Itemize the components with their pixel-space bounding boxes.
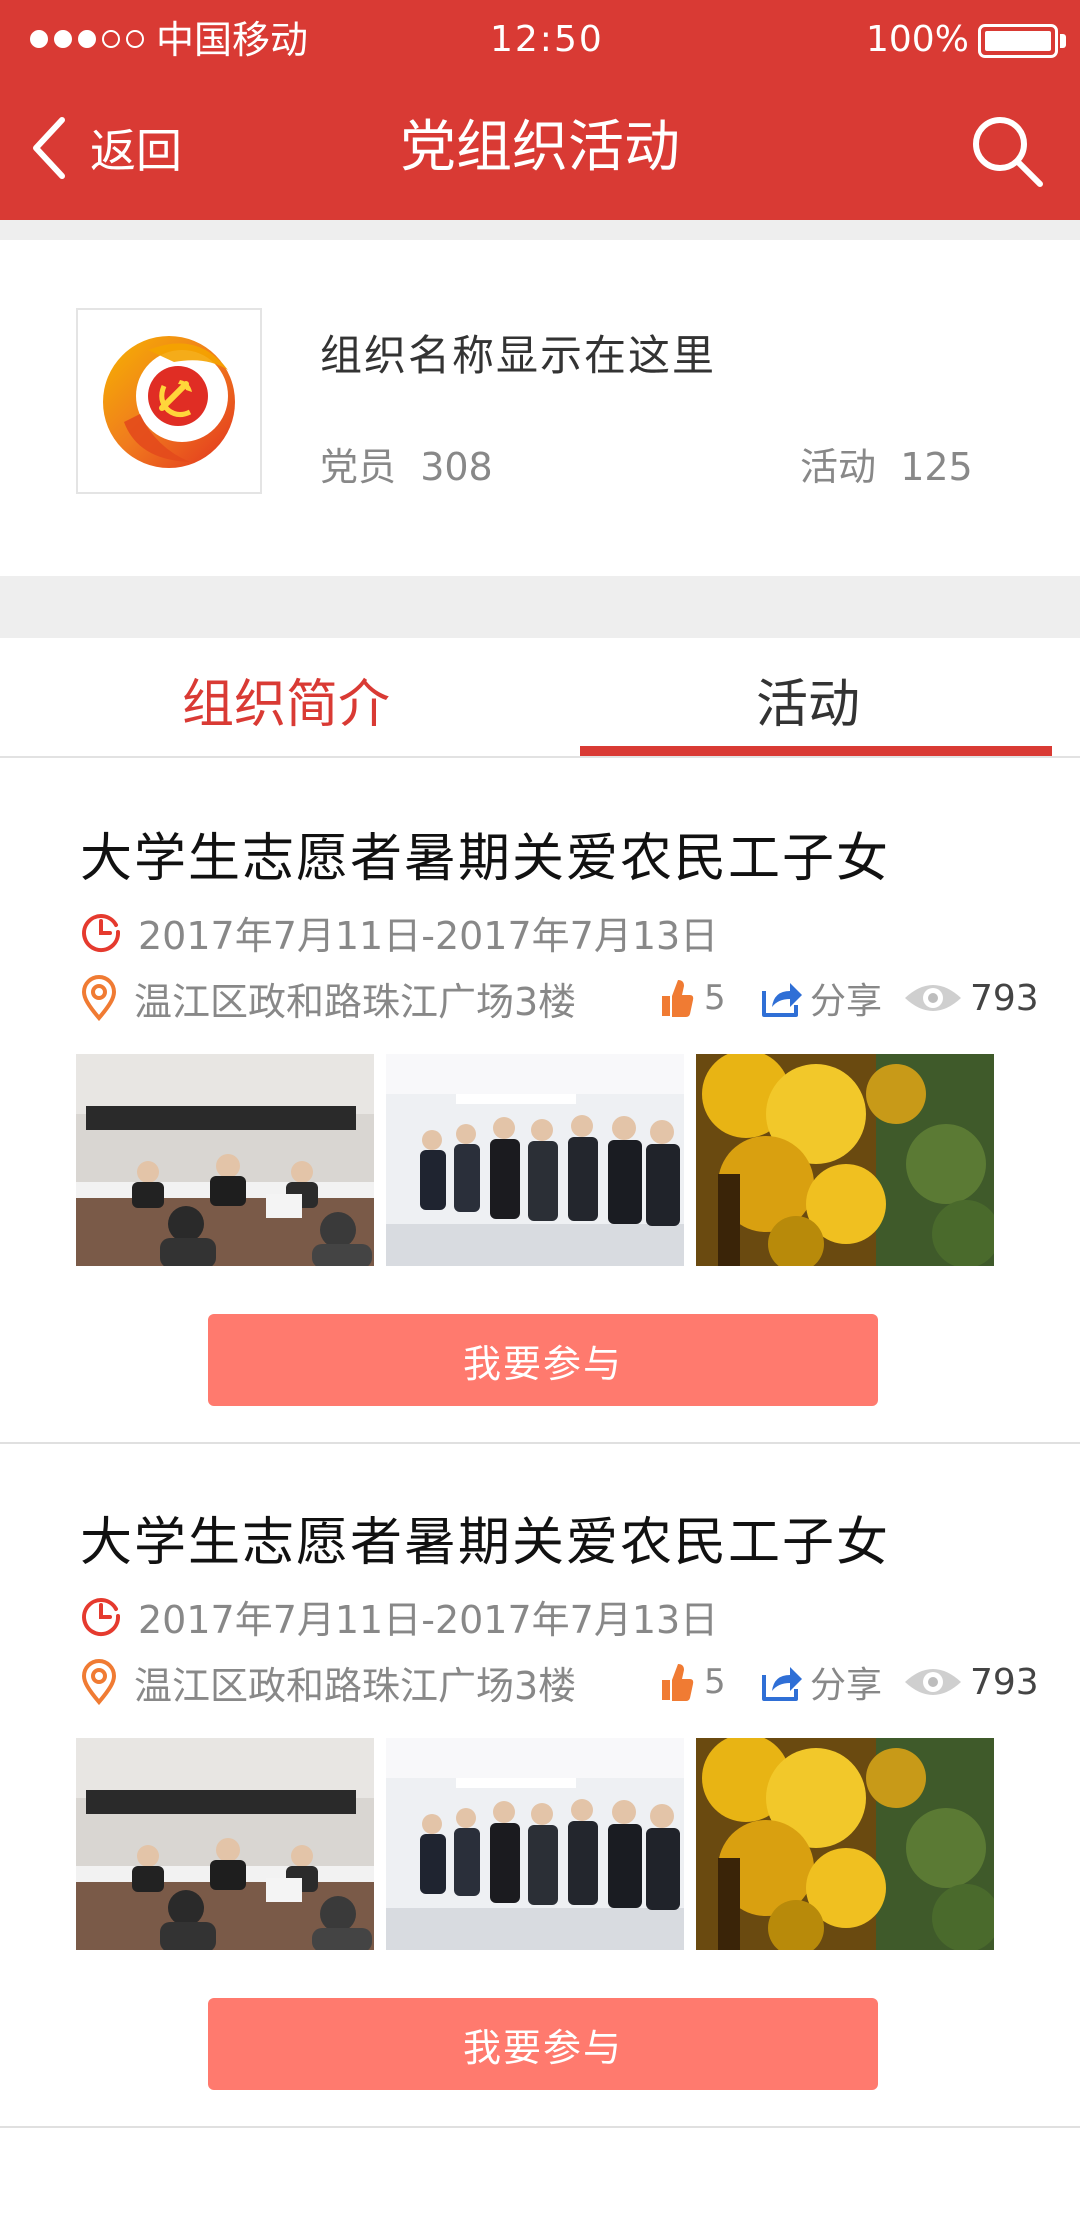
- activity-location: 温江区政和路珠江广场3楼: [80, 1654, 576, 1710]
- join-button[interactable]: 我要参与: [208, 1998, 878, 2090]
- clock-icon: [82, 914, 121, 953]
- meeting-photo: [76, 1054, 374, 1266]
- autumn-leaves-photo: [696, 1054, 994, 1266]
- share-icon: [762, 1667, 802, 1701]
- activity-title: 大学生志愿者暑期关爱农民工子女: [80, 829, 891, 889]
- section-divider: [0, 576, 1080, 638]
- search-button[interactable]: [966, 112, 1050, 192]
- visit-photo: [386, 1054, 684, 1266]
- app-header: 中国移动 12:50 100% 返回 党组织活动: [0, 0, 1080, 220]
- signal-strength-icon: [30, 30, 144, 48]
- clock-icon: [82, 1598, 121, 1637]
- section-divider: [0, 220, 1080, 240]
- activity-count: 活动 125: [800, 436, 973, 491]
- date-range-text: 2017年7月11日-2017年7月13日: [138, 913, 719, 958]
- activity-photo-visit[interactable]: [386, 1054, 684, 1266]
- nav-bar: 返回 党组织活动: [0, 100, 1080, 200]
- activity-card[interactable]: 大学生志愿者暑期关爱农民工子女 2017年7月11日-2017年7月13日 温江…: [0, 760, 1080, 1444]
- like-button[interactable]: 5: [658, 1656, 726, 1708]
- activity-value: 125: [900, 445, 973, 489]
- eye-icon: [905, 985, 961, 1011]
- location-pin-icon: [81, 1659, 117, 1705]
- status-time: 12:50: [490, 19, 604, 60]
- party-emblem-logo: [103, 336, 235, 468]
- activity-location: 温江区政和路珠江广场3楼: [80, 970, 576, 1026]
- visit-photo: [386, 1738, 684, 1950]
- location-text: 温江区政和路珠江广场3楼: [134, 979, 577, 1024]
- like-button[interactable]: 5: [658, 972, 726, 1024]
- activity-photo-autumn[interactable]: [696, 1054, 994, 1266]
- activity-date: 2017年7月11日-2017年7月13日: [80, 904, 718, 960]
- view-count: 793: [970, 977, 1039, 1019]
- share-button[interactable]: 分享: [760, 972, 882, 1024]
- meeting-photo: [76, 1738, 374, 1950]
- like-count: 5: [704, 1662, 726, 1702]
- share-icon: [762, 983, 802, 1017]
- view-count: 793: [970, 1661, 1039, 1703]
- share-label: 分享: [810, 981, 883, 1022]
- chevron-left-icon: [33, 117, 65, 179]
- org-logo: [76, 308, 262, 494]
- activity-date: 2017年7月11日-2017年7月13日: [80, 1588, 718, 1644]
- active-tab-indicator: [580, 746, 1052, 756]
- eye-icon: [905, 1669, 961, 1695]
- join-button[interactable]: 我要参与: [208, 1314, 878, 1406]
- org-name: 组织名称显示在这里: [320, 331, 717, 380]
- carrier-name: 中国移动: [156, 18, 309, 62]
- activity-title: 大学生志愿者暑期关爱农民工子女: [80, 1513, 891, 1573]
- org-card: 组织名称显示在这里 党员 308 活动 125: [0, 240, 1080, 576]
- share-label: 分享: [810, 1665, 883, 1706]
- back-button[interactable]: 返回: [30, 112, 182, 184]
- autumn-leaves-photo: [696, 1738, 994, 1950]
- battery-cap: [1060, 34, 1066, 48]
- status-bar: 中国移动 12:50 100%: [0, 0, 1080, 80]
- back-label: 返回: [90, 124, 182, 178]
- member-label: 党员: [320, 445, 397, 489]
- tab-org-intro[interactable]: 组织简介: [182, 662, 390, 737]
- location-pin-icon: [81, 975, 117, 1021]
- activity-label: 活动: [800, 445, 877, 489]
- view-counter: 793: [902, 972, 1039, 1024]
- view-counter: 793: [902, 1656, 1039, 1708]
- battery-percentage: 100%: [866, 19, 969, 60]
- activity-card[interactable]: 大学生志愿者暑期关爱农民工子女 2017年7月11日-2017年7月13日 温江…: [0, 1444, 1080, 2128]
- activity-photo-meeting[interactable]: [76, 1054, 374, 1266]
- thumbs-up-icon: [662, 980, 694, 1017]
- date-range-text: 2017年7月11日-2017年7月13日: [138, 1597, 719, 1642]
- like-count: 5: [704, 978, 726, 1018]
- location-text: 温江区政和路珠江广场3楼: [134, 1663, 577, 1708]
- thumbs-up-icon: [662, 1664, 694, 1701]
- battery-icon: [978, 24, 1058, 58]
- activity-photo-autumn[interactable]: [696, 1738, 994, 1950]
- activity-photo-visit[interactable]: [386, 1738, 684, 1950]
- share-button[interactable]: 分享: [760, 1656, 882, 1708]
- search-icon: [973, 117, 1043, 187]
- tab-bar: 组织简介 活动: [0, 638, 1080, 758]
- member-count: 党员 308: [320, 436, 493, 491]
- member-value: 308: [420, 445, 493, 489]
- tab-activities[interactable]: 活动: [756, 662, 860, 737]
- activity-photo-meeting[interactable]: [76, 1738, 374, 1950]
